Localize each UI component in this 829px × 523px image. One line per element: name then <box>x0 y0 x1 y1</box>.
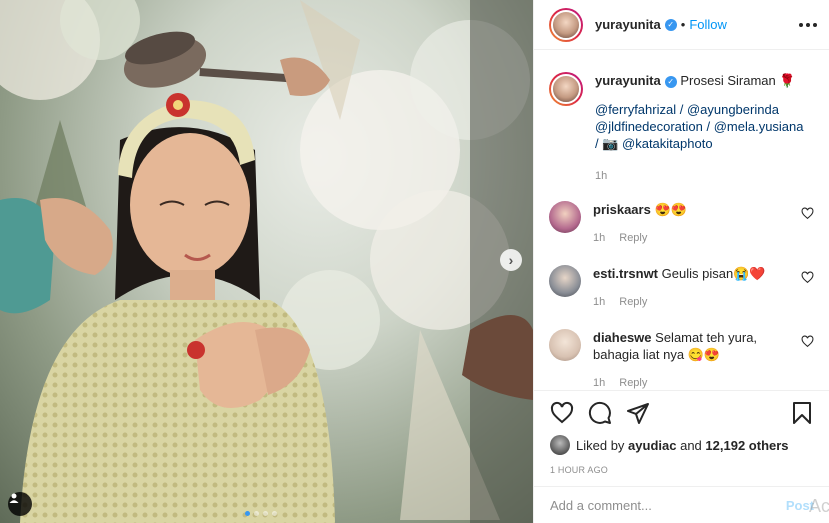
comment-time: 1h <box>593 232 606 244</box>
carousel-dot <box>272 511 277 516</box>
carousel-dot <box>263 511 268 516</box>
likes-summary: Liked by ayudiac and 12,192 others <box>550 435 814 455</box>
comment-item: priskaars 😍😍 1h Reply <box>549 201 814 247</box>
post-timestamp[interactable]: 1 HOUR AGO <box>550 465 814 475</box>
avatar-image <box>551 9 581 40</box>
comment-time: 1h <box>593 377 606 389</box>
next-slide-button[interactable]: › <box>500 249 522 271</box>
caption-text: Prosesi Siraman 🌹 <box>680 73 796 88</box>
heart-icon[interactable] <box>801 335 814 348</box>
comment-meta: 1h Reply <box>593 230 793 247</box>
heart-icon[interactable] <box>801 207 814 220</box>
comment-input[interactable] <box>550 497 786 513</box>
comment-item: diaheswe Selamat teh yura, bahagia liat … <box>549 329 814 390</box>
carousel-dot <box>245 511 250 516</box>
reply-button[interactable]: Reply <box>619 375 647 390</box>
reply-button[interactable]: Reply <box>619 230 647 247</box>
add-comment-bar: Post <box>534 486 829 523</box>
author-username[interactable]: yurayunita <box>595 17 661 32</box>
photo-illustration <box>0 0 533 523</box>
comment-username[interactable]: esti.trsnwt <box>593 266 658 281</box>
comment-text: 😍😍 <box>654 202 687 217</box>
reply-button[interactable]: Reply <box>619 294 647 311</box>
post-photo[interactable]: › <box>0 0 533 523</box>
commenter-avatar[interactable] <box>549 201 581 233</box>
comment-username[interactable]: diaheswe <box>593 330 652 345</box>
liker-username[interactable]: ayudiac <box>628 438 676 453</box>
mention-line[interactable]: @ferryfahrizal / @ayungberinda <box>595 101 804 118</box>
commenter-avatar[interactable] <box>549 329 581 361</box>
caption-username[interactable]: yurayunita <box>595 73 661 88</box>
comment-body: esti.trsnwt Geulis pisan😭❤️ 1h Reply <box>593 265 793 311</box>
separator-dot: • <box>680 17 686 32</box>
comment-icon[interactable] <box>588 401 612 425</box>
verified-badge-icon: ✓ <box>664 75 677 88</box>
author-avatar[interactable] <box>549 7 583 42</box>
likes-count[interactable]: 12,192 others <box>705 438 788 453</box>
post-side-panel: yurayunita ✓ • Follow yurayunita ✓ Proses… <box>533 0 829 523</box>
mention-line[interactable]: / 📷 @katakitaphoto <box>595 135 804 152</box>
avatar-image <box>551 74 581 104</box>
carousel-indicator <box>245 511 277 516</box>
comment-item: esti.trsnwt Geulis pisan😭❤️ 1h Reply <box>549 265 814 311</box>
comment-meta: 1h Reply <box>593 375 793 390</box>
follow-button[interactable]: Follow <box>689 17 727 32</box>
comments-list[interactable]: yurayunita ✓ Prosesi Siraman 🌹 @ferryfahr… <box>534 58 829 390</box>
comment-username[interactable]: priskaars <box>593 202 651 217</box>
commenter-avatar[interactable] <box>549 265 581 297</box>
more-options-icon[interactable] <box>799 22 817 27</box>
post-actions: Liked by ayudiac and 12,192 others 1 HOU… <box>534 390 829 475</box>
bookmark-icon[interactable] <box>790 401 814 425</box>
comment-time: 1h <box>593 296 606 308</box>
caption-mentions: @ferryfahrizal / @ayungberinda @jldfined… <box>595 101 804 152</box>
comment-body: diaheswe Selamat teh yura, bahagia liat … <box>593 329 793 390</box>
likes-and: and <box>680 437 702 453</box>
comment-text: Geulis pisan😭❤️ <box>661 266 766 281</box>
caption-body: yurayunita ✓ Prosesi Siraman 🌹 @ferryfahr… <box>595 72 804 185</box>
likes-prefix: Liked by <box>576 437 625 453</box>
caption-time: 1h <box>595 170 608 182</box>
user-tag-icon <box>9 493 19 503</box>
activation-watermark: Act <box>808 496 829 516</box>
post-caption: yurayunita ✓ Prosesi Siraman 🌹 @ferryfahr… <box>549 72 814 185</box>
comment-body: priskaars 😍😍 1h Reply <box>593 201 793 247</box>
comment-meta: 1h Reply <box>593 294 793 311</box>
post-header: yurayunita ✓ • Follow <box>534 0 829 50</box>
share-icon[interactable] <box>626 401 650 425</box>
action-icons <box>550 391 814 435</box>
instagram-post-modal: › yurayunita ✓ • Follow yurayunita ✓ Pro… <box>0 0 829 523</box>
caption-avatar[interactable] <box>549 72 583 106</box>
chevron-right-icon: › <box>508 252 514 268</box>
tagged-users-button[interactable] <box>8 492 32 516</box>
verified-badge-icon: ✓ <box>664 18 677 31</box>
liker-avatar[interactable] <box>550 435 570 455</box>
heart-icon[interactable] <box>801 271 814 284</box>
mention-line[interactable]: @jldfinedecoration / @mela.yusiana <box>595 118 804 135</box>
carousel-dot <box>254 511 259 516</box>
heart-icon[interactable] <box>550 401 574 425</box>
